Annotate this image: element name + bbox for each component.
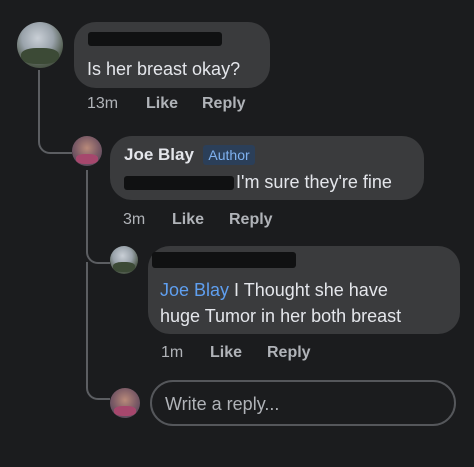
reply-button[interactable]: Reply: [202, 95, 246, 113]
author-badge: Author: [203, 145, 255, 165]
avatar[interactable]: [17, 22, 63, 68]
reply-button[interactable]: Reply: [229, 211, 273, 229]
comment-bubble: Is her breast okay?: [74, 22, 270, 88]
comment-text: I'm sure they're fine: [236, 172, 392, 192]
comment-time: 13m: [87, 95, 119, 112]
avatar-foliage: [113, 262, 135, 272]
comment-bubble: Joe Blay Author I'm sure they're fine: [110, 136, 424, 200]
comment-text-line: Joe Blay I Thought she have: [160, 276, 388, 304]
avatar[interactable]: [72, 136, 102, 166]
comment-time: 3m: [123, 211, 146, 228]
author-name[interactable]: Joe Blay: [124, 145, 194, 164]
mention-link[interactable]: Joe Blay: [160, 280, 229, 300]
like-button[interactable]: Like: [172, 211, 204, 229]
reply-placeholder: Write a reply...: [165, 394, 280, 414]
like-button[interactable]: Like: [146, 95, 178, 113]
reply-button[interactable]: Reply: [267, 344, 311, 362]
comment-text-line: huge Tumor in her both breast: [160, 306, 402, 326]
comment-header: Joe Blay Author: [124, 145, 255, 165]
thread-line: [86, 170, 110, 264]
reply-input[interactable]: Write a reply...: [150, 380, 456, 426]
comment-text: I Thought she have: [229, 280, 388, 300]
thread-line: [86, 262, 110, 400]
avatar[interactable]: [110, 388, 140, 418]
avatar-detail: [76, 154, 98, 164]
avatar[interactable]: [110, 246, 138, 274]
avatar-detail: [114, 406, 136, 416]
redacted-tag: [124, 176, 234, 190]
redacted-name: [88, 32, 222, 46]
redacted-name: [152, 252, 296, 268]
like-button[interactable]: Like: [210, 344, 242, 362]
comment-meta: 13m: [87, 95, 118, 113]
comment-time: 1m: [161, 344, 184, 361]
comment-bubble: Joe Blay I Thought she have huge Tumor i…: [148, 246, 460, 334]
thread-line: [38, 70, 72, 154]
comment-text: Is her breast okay?: [87, 59, 241, 79]
avatar-foliage: [21, 48, 59, 64]
